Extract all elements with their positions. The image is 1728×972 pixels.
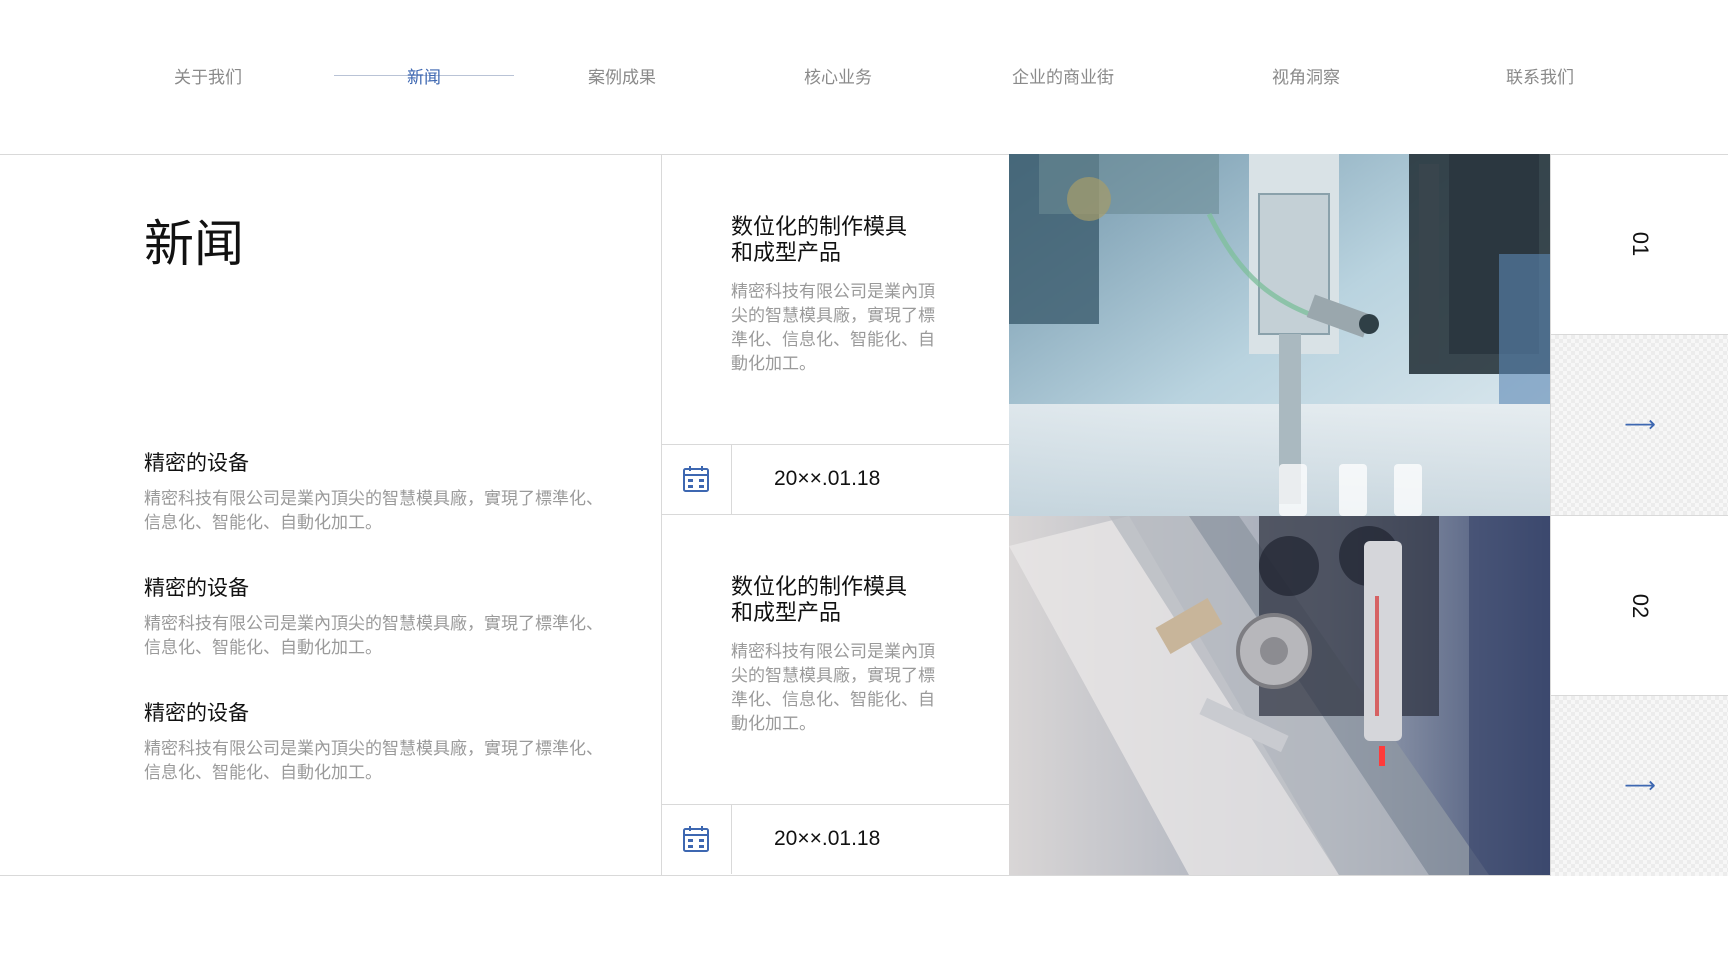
news-title: 数位化的制作模具 和成型产品 xyxy=(731,574,951,626)
news-title-line: 和成型产品 xyxy=(731,240,842,265)
news-description: 精密科技有限公司是業內頂尖的智慧模具廠，實現了標準化、信息化、智能化、自動化加工… xyxy=(731,642,935,733)
nav-item-core-business[interactable]: 核心业务 xyxy=(804,66,872,90)
news-arrow-cell[interactable]: ⟶ xyxy=(1551,334,1728,516)
news-card[interactable]: 数位化的制作模具 和成型产品 精密科技有限公司是業內頂尖的智慧模具廠，實現了標準… xyxy=(661,514,1009,874)
news-title: 数位化的制作模具 和成型产品 xyxy=(731,214,951,266)
left-intro-column: 新闻 精密的设备 精密科技有限公司是業內頂尖的智慧模具廠，實現了標準化、信息化、… xyxy=(0,154,662,875)
arrow-right-icon: ⟶ xyxy=(1624,412,1656,438)
nav-item-contact[interactable]: 联系我们 xyxy=(1506,66,1574,90)
news-index-cell[interactable]: 02 xyxy=(1551,515,1728,696)
news-index-column: 01 ⟶ 02 ⟶ xyxy=(1550,154,1728,876)
news-index-cell[interactable]: 01 xyxy=(1551,154,1728,334)
nav-item-insights[interactable]: 视角洞察 xyxy=(1272,66,1340,90)
news-number: 01 xyxy=(1628,231,1653,257)
feature-item: 精密的设备 精密科技有限公司是業內頂尖的智慧模具廠，實現了標準化、信息化、智能化… xyxy=(144,699,604,785)
feature-description: 精密科技有限公司是業內頂尖的智慧模具廠，實現了標準化、信息化、智能化、自動化加工… xyxy=(144,614,603,657)
feature-title: 精密的设备 xyxy=(144,701,249,725)
news-date: 20××.01.18 xyxy=(774,467,881,490)
news-title-line: 数位化的制作模具 xyxy=(731,574,908,599)
factory-test-tube-machine-photo[interactable] xyxy=(1009,516,1550,875)
news-date-row: 20××.01.18 xyxy=(661,804,1009,874)
news-text: 数位化的制作模具 和成型产品 精密科技有限公司是業內頂尖的智慧模具廠，實現了標準… xyxy=(731,574,951,736)
feature-description: 精密科技有限公司是業內頂尖的智慧模具廠，實現了標準化、信息化、智能化、自動化加工… xyxy=(144,739,603,782)
news-title-line: 数位化的制作模具 xyxy=(731,214,908,239)
news-description: 精密科技有限公司是業內頂尖的智慧模具廠，實現了標準化、信息化、智能化、自動化加工… xyxy=(731,282,935,373)
factory-robot-arm-photo[interactable] xyxy=(1009,154,1550,516)
news-number: 02 xyxy=(1628,593,1653,619)
top-navigation: 关于我们 新闻 案例成果 核心业务 企业的商业街 视角洞察 联系我们 xyxy=(0,0,1728,155)
nav-item-news[interactable]: 新闻 xyxy=(407,66,441,90)
page-title: 新闻 xyxy=(144,216,244,272)
arrow-right-icon: ⟶ xyxy=(1624,773,1656,799)
news-text: 数位化的制作模具 和成型产品 精密科技有限公司是業內頂尖的智慧模具廠，實現了標準… xyxy=(731,214,951,376)
feature-title: 精密的设备 xyxy=(144,576,249,600)
feature-title: 精密的设备 xyxy=(144,451,249,475)
news-date: 20××.01.18 xyxy=(774,827,881,850)
news-arrow-cell[interactable]: ⟶ xyxy=(1551,695,1728,876)
nav-item-cases[interactable]: 案例成果 xyxy=(588,66,656,90)
date-icon-cell xyxy=(661,805,732,874)
news-title-line: 和成型产品 xyxy=(731,600,842,625)
feature-item: 精密的设备 精密科技有限公司是業內頂尖的智慧模具廠，實現了標準化、信息化、智能化… xyxy=(144,574,604,660)
news-date-row: 20××.01.18 xyxy=(661,444,1009,514)
calendar-icon xyxy=(683,826,709,852)
content-band: 新闻 精密的设备 精密科技有限公司是業內頂尖的智慧模具廠，實現了標準化、信息化、… xyxy=(0,154,1728,876)
date-icon-cell xyxy=(661,445,732,514)
nav-item-about-us[interactable]: 关于我们 xyxy=(174,66,242,90)
news-list: 数位化的制作模具 和成型产品 精密科技有限公司是業內頂尖的智慧模具廠，實現了標準… xyxy=(661,154,1009,875)
news-card[interactable]: 数位化的制作模具 和成型产品 精密科技有限公司是業內頂尖的智慧模具廠，實現了標準… xyxy=(661,154,1009,514)
calendar-icon xyxy=(683,466,709,492)
feature-item: 精密的设备 精密科技有限公司是業內頂尖的智慧模具廠，實現了標準化、信息化、智能化… xyxy=(144,449,604,535)
nav-item-business-street[interactable]: 企业的商业街 xyxy=(1012,66,1114,90)
feature-description: 精密科技有限公司是業內頂尖的智慧模具廠，實現了標準化、信息化、智能化、自動化加工… xyxy=(144,489,603,532)
